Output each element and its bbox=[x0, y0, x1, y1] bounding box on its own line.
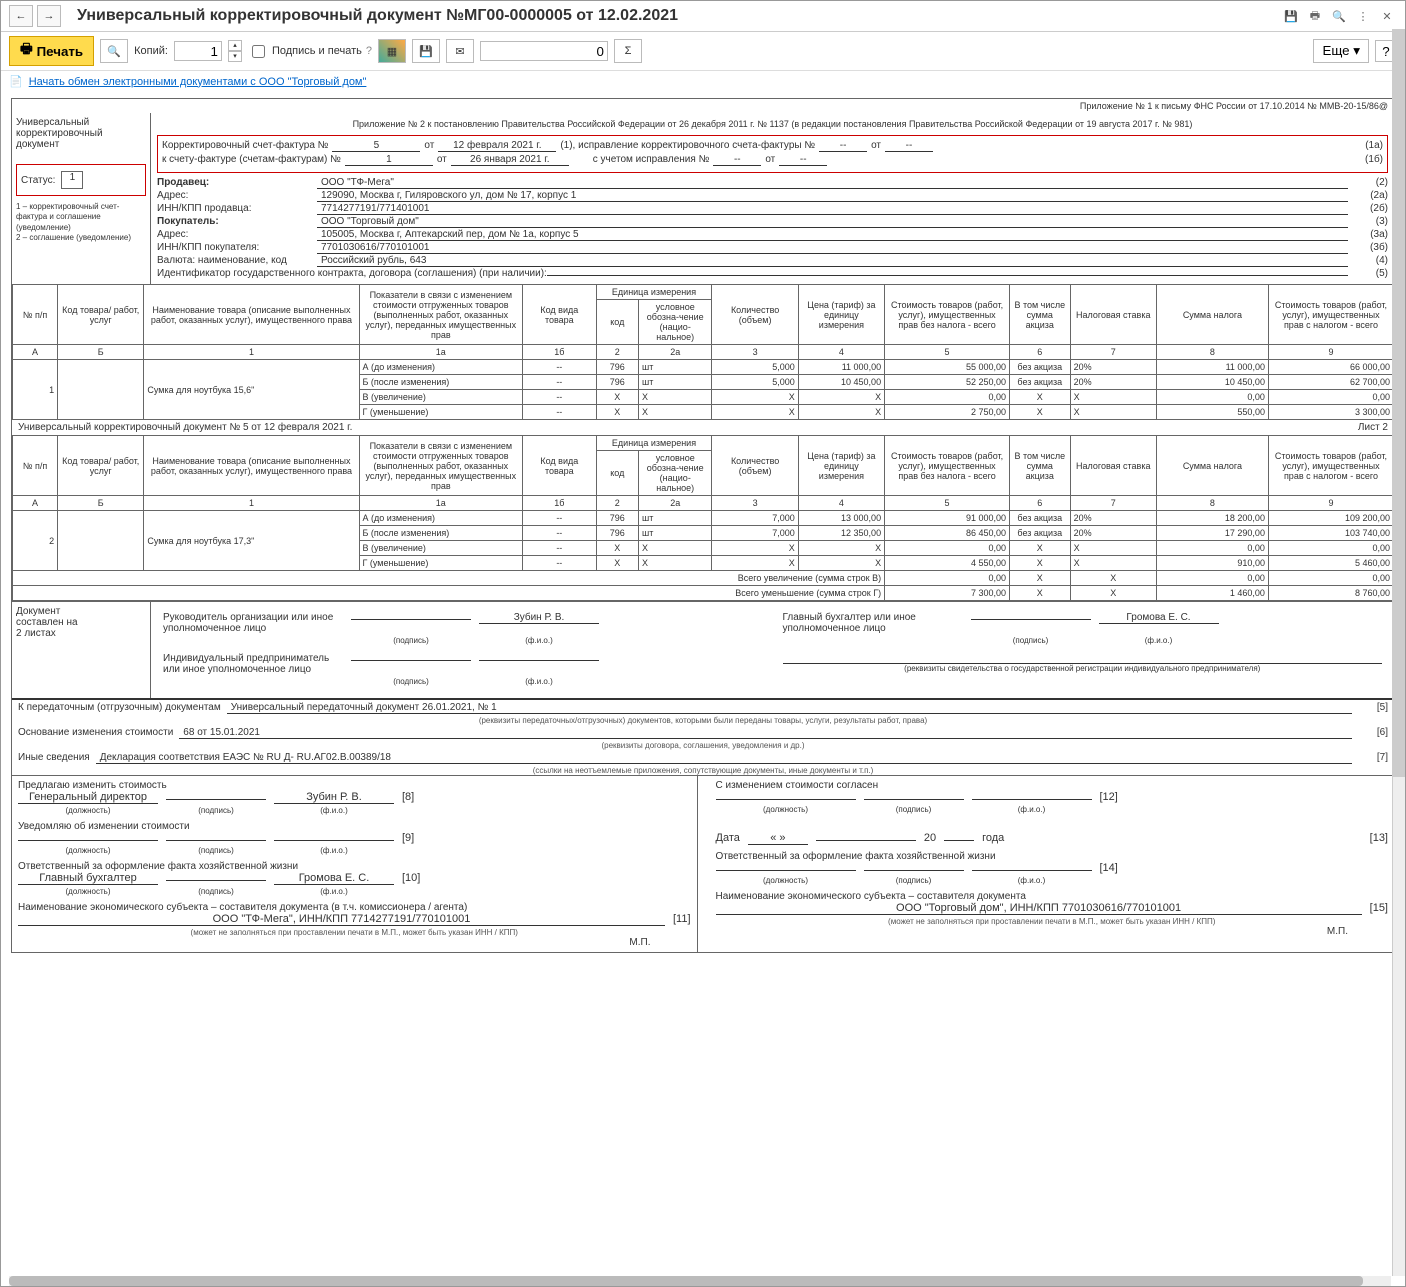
items-table-1: № п/пКод товара/ работ, услуг Наименован… bbox=[12, 284, 1394, 420]
edo-icon: 📄 bbox=[9, 75, 23, 88]
copies-input[interactable] bbox=[174, 41, 222, 61]
edo-link[interactable]: Начать обмен электронными документами с … bbox=[29, 76, 367, 88]
search-icon[interactable]: 🔍 bbox=[1329, 6, 1349, 26]
print-icon[interactable]: 🖶 bbox=[1305, 6, 1325, 26]
header-box: Корректировочный счет-фактура № 5 от 12 … bbox=[157, 135, 1388, 173]
doc-type-label: Универсальный корректировочный документ bbox=[16, 117, 146, 150]
appendix-1: Приложение № 1 к письму ФНС России от 17… bbox=[12, 99, 1394, 113]
items-table-2: № п/пКод товара/ работ, услуг Наименован… bbox=[12, 435, 1394, 601]
mail-button[interactable]: ✉ bbox=[446, 39, 474, 63]
more-button[interactable]: Еще ▾ bbox=[1313, 39, 1369, 63]
table-button[interactable]: ▦ bbox=[378, 39, 406, 63]
more-icon[interactable]: ⋮ bbox=[1353, 6, 1373, 26]
sign-print-checkbox[interactable]: Подпись и печать ? bbox=[248, 42, 372, 61]
close-icon[interactable]: ✕ bbox=[1377, 6, 1397, 26]
window-title: Универсальный корректировочный документ … bbox=[77, 7, 678, 25]
status-legend: 1 – корректировочный счет-фактура и согл… bbox=[16, 202, 146, 244]
copies-spinner[interactable]: ▴▾ bbox=[228, 40, 242, 62]
horizontal-scrollbar[interactable] bbox=[9, 1276, 1391, 1286]
preview-button[interactable]: 🔍 bbox=[100, 39, 128, 63]
printer-icon: 🖶 bbox=[20, 40, 33, 62]
print-button[interactable]: 🖶Печать bbox=[9, 36, 94, 66]
copies-label: Копий: bbox=[134, 45, 168, 57]
disk-button[interactable]: 💾 bbox=[412, 39, 440, 63]
appendix-2: Приложение № 2 к постановлению Правитель… bbox=[157, 117, 1388, 131]
sigma-button[interactable]: Σ bbox=[614, 39, 642, 63]
status-value: 1 bbox=[61, 171, 83, 189]
nav-forward-button[interactable]: → bbox=[37, 5, 61, 27]
vertical-scrollbar[interactable] bbox=[1392, 29, 1405, 1276]
status-box: Статус: 1 bbox=[16, 164, 146, 196]
nav-back-button[interactable]: ← bbox=[9, 5, 33, 27]
save-icon[interactable]: 💾 bbox=[1281, 6, 1301, 26]
sum-input[interactable] bbox=[480, 41, 608, 61]
